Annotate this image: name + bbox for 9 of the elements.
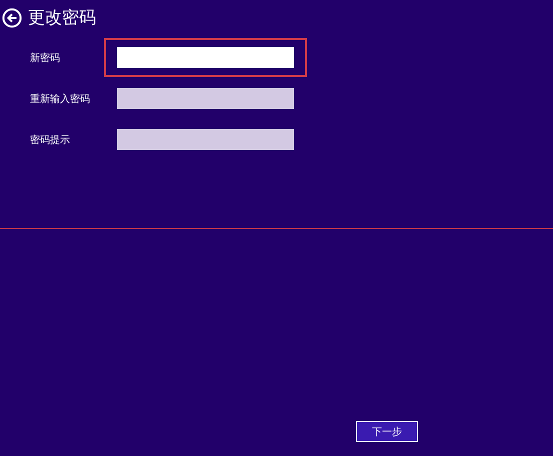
page-title: 更改密码: [28, 8, 96, 28]
field-label: 重新输入密码: [29, 92, 91, 106]
next-button[interactable]: 下一步: [356, 421, 418, 442]
back-icon[interactable]: [2, 8, 22, 28]
input-field[interactable]: [117, 88, 294, 109]
field-label: 密码提示: [29, 134, 71, 146]
field-label: 新密码: [29, 52, 61, 64]
input-field[interactable]: [117, 47, 294, 68]
input-field[interactable]: [117, 129, 294, 150]
